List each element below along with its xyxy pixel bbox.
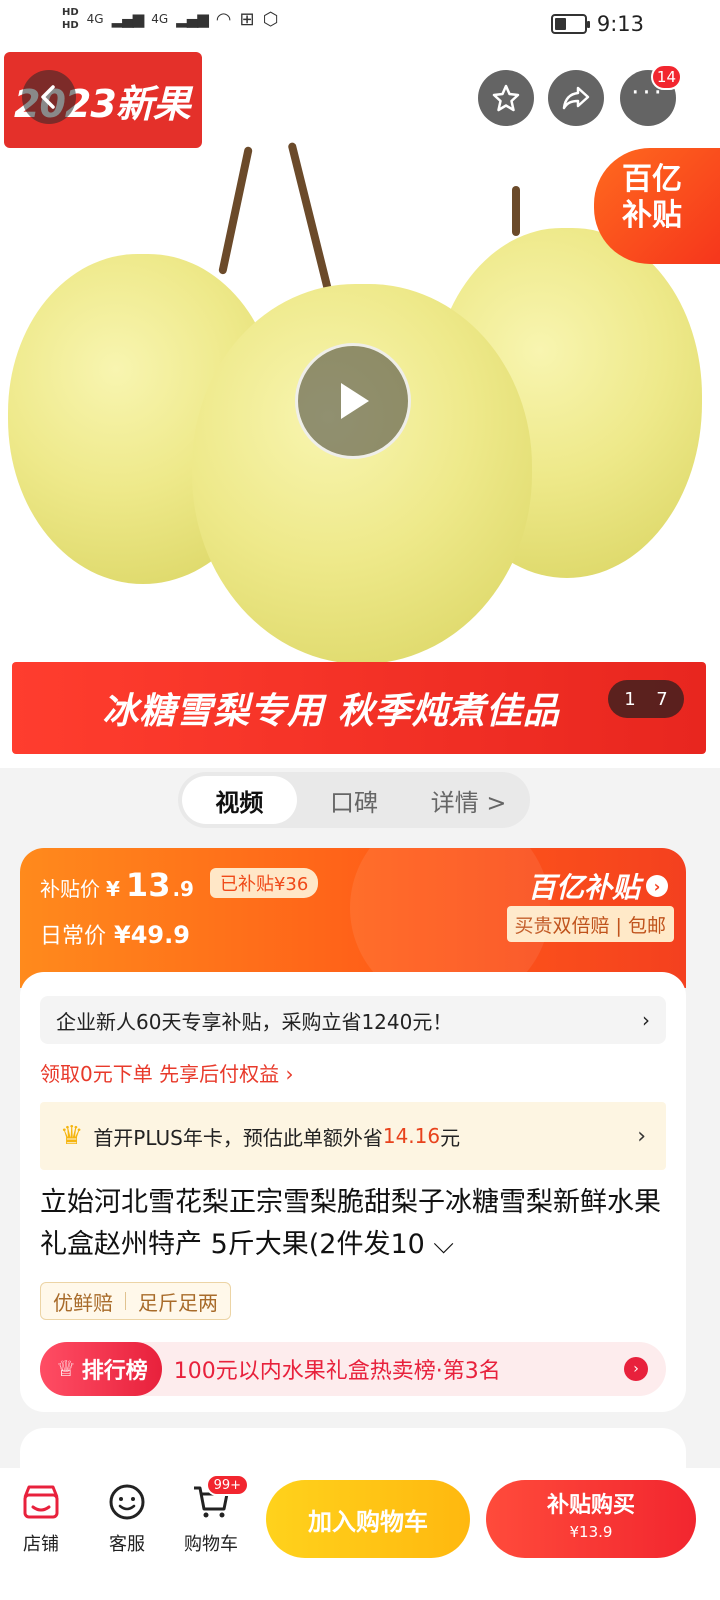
battery-icon [550,14,590,34]
status-right: 9:13 [550,12,644,36]
pear-stem-middle [287,141,334,299]
signal-icon-2: ▂▄▆ [176,10,209,28]
wifi-icon: ◠ [215,8,232,30]
customer-service-label: 客服 [109,1534,145,1555]
tab-details[interactable]: 详情 > [411,776,526,824]
page-current: 1 [624,688,636,710]
chat-face-icon [107,1482,147,1522]
product-hero[interactable]: 2023新果 ··· 14 百亿 补贴 冰糖雪梨专用 秋季炖煮佳品 1 7 [0,48,720,768]
more-badge: 14 [650,64,682,90]
subsidy-corner-badge: 百亿 补贴 [594,148,720,264]
service-tags[interactable]: 优鲜赔 足斤足两 [40,1282,231,1320]
status-bar: HD HD 4G ▂▄▆ 4G ▂▄▆ ◠ ⊞ ⬡ 9:13 [0,0,720,48]
hd2-label: HD [62,20,79,31]
pear-stem-right [512,186,520,236]
subsidy-price-label: 补贴价 [40,877,100,901]
more-button[interactable]: ··· 14 [620,64,682,126]
product-title[interactable]: 立始河北雪花梨正宗雪梨脆甜梨子冰糖雪梨新鲜水果礼盒赵州特产 5斤大果(2件发10… [40,1182,670,1266]
price-yen: ¥ [106,877,120,901]
hand-icon: ⬡ [262,8,279,30]
price-card: 补贴价 ¥ 13 .9 已补贴¥36 日常价 ¥49.9 百亿补贴 › 买贵双倍… [20,848,686,988]
content-tabs: 视频 口碑 详情 > [178,772,530,828]
daily-price-value: ¥49.9 [114,921,190,949]
pay-later-link[interactable]: 领取0元下单 先享后付权益 › [40,1058,293,1087]
subsidy-buy-button[interactable]: 补贴购买 ¥13.9 [486,1480,696,1558]
guarantee-badge: 买贵双倍赔 | 包邮 [506,906,674,942]
play-icon [341,383,369,419]
image-pager: 1 7 [608,680,684,718]
tag-fresh-guarantee: 优鲜赔 [53,1290,113,1315]
favorite-button[interactable] [478,70,534,126]
cart-count-badge: 99+ [205,1474,249,1496]
chevron-right-icon: › [646,875,668,897]
ranking-pill: ♕ 排行榜 [40,1342,162,1396]
buy-now-label: 补贴购买 [546,1493,635,1518]
shop-label: 店铺 [23,1534,59,1555]
shop-button[interactable]: 店铺 [6,1482,76,1556]
bottom-action-bar: 店铺 客服 99+ 购物车 加入购物车 补贴购买 ¥13.9 [0,1468,720,1600]
tab-reviews[interactable]: 口碑 [297,776,412,824]
crown-icon: ♛ [60,1121,84,1151]
tab-video[interactable]: 视频 [182,776,297,824]
product-info-card: 企业新人60天专享补贴，采购立省1240元！ › 领取0元下单 先享后付权益 ›… [20,972,686,1412]
plus-suffix: 元 [440,1125,461,1150]
signal-icon: ▂▄▆ [111,10,145,28]
hd-indicators: HD HD [62,6,79,32]
share-button[interactable] [548,70,604,126]
plus-prefix: 首开PLUS年卡，预估此单额外省 [93,1125,383,1150]
buy-now-price: ¥13.9 [569,1523,613,1541]
subsidy-amount-badge: 已补贴¥36 [209,868,319,898]
corner-line1: 百亿 [622,162,682,197]
pear-middle [192,284,532,664]
price-int: 13 [125,866,171,904]
shop-icon [21,1482,61,1522]
subsidy-brand-link[interactable]: 百亿补贴 › [528,866,668,906]
back-button[interactable] [22,70,76,124]
pear-stem-left [218,146,253,275]
hero-banner-text: 冰糖雪梨专用 秋季炖煮佳品 [12,662,706,754]
ranking-banner[interactable]: ♕ 排行榜 100元以内水果礼盒热卖榜·第3名 › [40,1342,666,1396]
trophy-icon: ♕ [56,1356,76,1382]
play-video-button[interactable] [295,343,411,459]
clock: 9:13 [596,12,644,36]
subsidy-brand-label: 百亿补贴 [527,871,640,904]
chevron-right-icon: › [624,1357,648,1381]
chevron-left-icon [41,85,55,109]
customer-service-button[interactable]: 客服 [92,1482,162,1556]
ranking-text: 100元以内水果礼盒热卖榜·第3名 [173,1359,501,1384]
subsidy-price-row: 补贴价 ¥ 13 .9 已补贴¥36 [40,866,319,904]
enterprise-notice[interactable]: 企业新人60天专享补贴，采购立省1240元！ › [40,996,666,1044]
corner-line2: 补贴 [622,198,682,233]
cart-button[interactable]: 99+ 购物车 [176,1474,249,1556]
cart-icon: 99+ [191,1474,249,1522]
chevron-right-icon: › [637,1123,646,1149]
net1-label: 4G [86,12,104,26]
page-total: 7 [656,688,668,710]
tag-full-weight: 足斤足两 [138,1290,218,1315]
ranking-label: 排行榜 [81,1359,148,1384]
hd1-label: HD [62,7,79,18]
enterprise-notice-text: 企业新人60天专享补贴，采购立省1240元！ [56,1009,453,1034]
share-icon [562,86,590,110]
daily-price-label: 日常价 [40,924,107,949]
status-left: HD HD 4G ▂▄▆ 4G ▂▄▆ ◠ ⊞ ⬡ [62,6,278,32]
star-icon [492,84,520,112]
gift-icon: ⊞ [239,8,255,30]
plus-membership-banner[interactable]: ♛ 首开PLUS年卡，预估此单额外省 14.16 元 › [40,1102,666,1170]
plus-save-amount: 14.16 [382,1124,441,1148]
price-dec: .9 [172,877,194,901]
add-to-cart-button[interactable]: 加入购物车 [266,1480,470,1558]
chevron-right-icon: › [642,1008,650,1032]
daily-price-row: 日常价 ¥49.9 [40,918,190,950]
cart-label: 购物车 [184,1534,238,1555]
net2-label: 4G [151,12,169,26]
